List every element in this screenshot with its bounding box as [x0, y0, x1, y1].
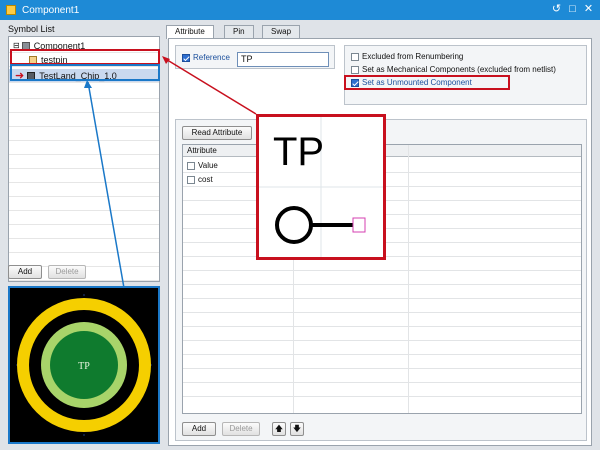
- preview-leader-line: [87, 81, 125, 289]
- pin-connection-point: [352, 217, 366, 233]
- preview-arrowhead: [84, 80, 92, 88]
- maximize-icon[interactable]: □: [566, 3, 579, 16]
- callout-arrowhead: [162, 56, 170, 64]
- window-title: Component1: [22, 4, 80, 16]
- close-icon[interactable]: ✕: [582, 3, 595, 16]
- symbol-graphic: TP: [259, 117, 383, 257]
- pin-circle: [275, 206, 313, 244]
- callout-leader-line: [163, 57, 257, 115]
- window-body: Symbol List ⊟ Component1 testpin ➜ TestL…: [0, 20, 600, 450]
- app-icon: [6, 5, 16, 15]
- title-bar: Component1 ↺ □ ✕: [0, 0, 600, 20]
- restore-icon[interactable]: ↺: [550, 3, 563, 16]
- symbol-callout: TP: [256, 114, 386, 260]
- symbol-reference-text: TP: [273, 130, 324, 174]
